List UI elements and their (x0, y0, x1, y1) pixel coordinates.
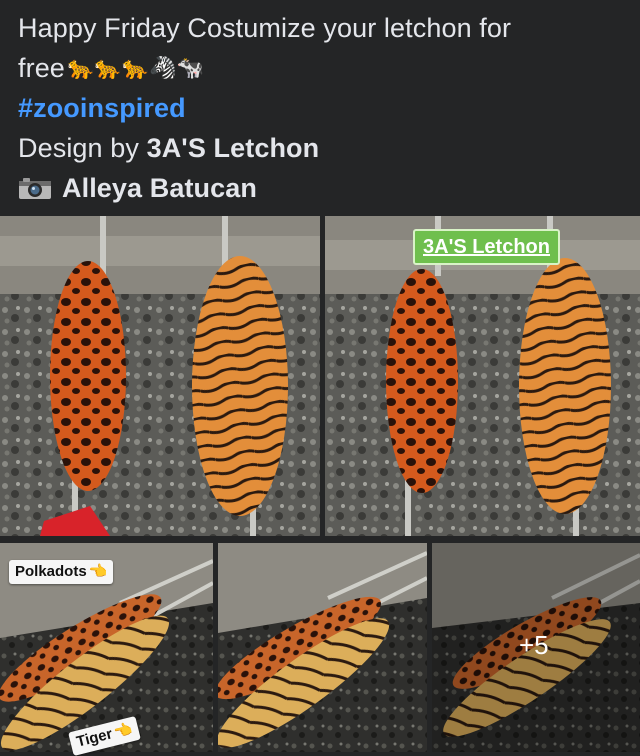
caption-free-text: free (18, 53, 65, 83)
photo-4[interactable] (218, 543, 427, 752)
caption-line-5: Alleya Batucan (18, 168, 628, 208)
photographer-name[interactable]: Alleya Batucan (62, 173, 257, 203)
caption-line-2: free🐆🐆🐆🦓🐄 (18, 48, 628, 88)
caption-line-1: Happy Friday Costumize your letchon for (18, 13, 512, 43)
caption-line-3: #zooinspired (18, 88, 628, 128)
hashtag-link[interactable]: #zooinspired (18, 93, 186, 123)
camera-icon (19, 178, 51, 199)
animal-emojis: 🐆🐆🐆🦓🐄 (66, 55, 205, 80)
caption-line-4: Design by 3A'S Letchon (18, 128, 628, 168)
more-photos-count[interactable]: +5 (519, 630, 549, 661)
pointing-hand-icon: 👈 (111, 720, 135, 742)
photo-1[interactable] (0, 216, 320, 536)
watermark-label: 3A'S Letchon (413, 229, 560, 265)
design-prefix: Design by (18, 133, 147, 163)
polkadots-text: Polkadots (15, 563, 87, 580)
designer-name[interactable]: 3A'S Letchon (147, 133, 320, 163)
polkadots-label: Polkadots 👈 (9, 560, 114, 584)
post-caption: Happy Friday Costumize your letchon for … (18, 8, 628, 208)
tiger-text: Tiger (74, 725, 115, 751)
pointing-hand-icon: 👈 (88, 563, 108, 580)
